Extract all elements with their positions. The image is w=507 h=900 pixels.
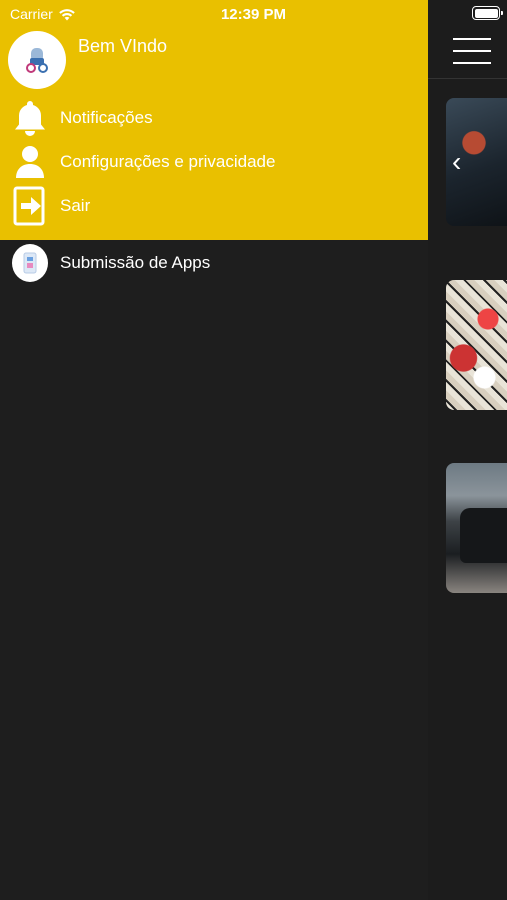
battery-icon	[472, 6, 503, 20]
main-content: ‹	[428, 0, 507, 900]
chevron-left-icon[interactable]: ‹	[452, 148, 461, 176]
menu-label-notifications: Notificações	[60, 108, 153, 127]
featured-card-2[interactable]	[446, 280, 507, 410]
avatar[interactable]	[8, 31, 66, 89]
menu-label-app-submission: Submissão de Apps	[60, 253, 211, 272]
drawer-header: Bem VIndo Notificações Configurações e p…	[0, 0, 428, 240]
welcome-text: Bem VIndo	[78, 36, 168, 56]
menu-item-app-submission[interactable]: Submissão de Apps	[0, 243, 428, 283]
featured-card-1[interactable]: ‹	[446, 98, 507, 226]
logout-icon	[12, 186, 48, 226]
menu-item-logout[interactable]: Sair	[0, 186, 428, 226]
hamburger-icon[interactable]	[453, 38, 491, 64]
status-time: 12:39 PM	[220, 6, 287, 23]
featured-card-3[interactable]	[446, 463, 507, 593]
bell-icon	[12, 98, 48, 138]
menu-label-settings-privacy: Configurações e privacidade	[60, 152, 276, 171]
app-submission-icon	[12, 243, 48, 283]
menu-item-settings-privacy[interactable]: Configurações e privacidade	[0, 142, 428, 182]
user-avatar-icon	[26, 48, 48, 73]
menu-label-logout: Sair	[60, 196, 91, 215]
person-icon	[12, 142, 48, 182]
menu-item-notifications[interactable]: Notificações	[0, 98, 428, 138]
